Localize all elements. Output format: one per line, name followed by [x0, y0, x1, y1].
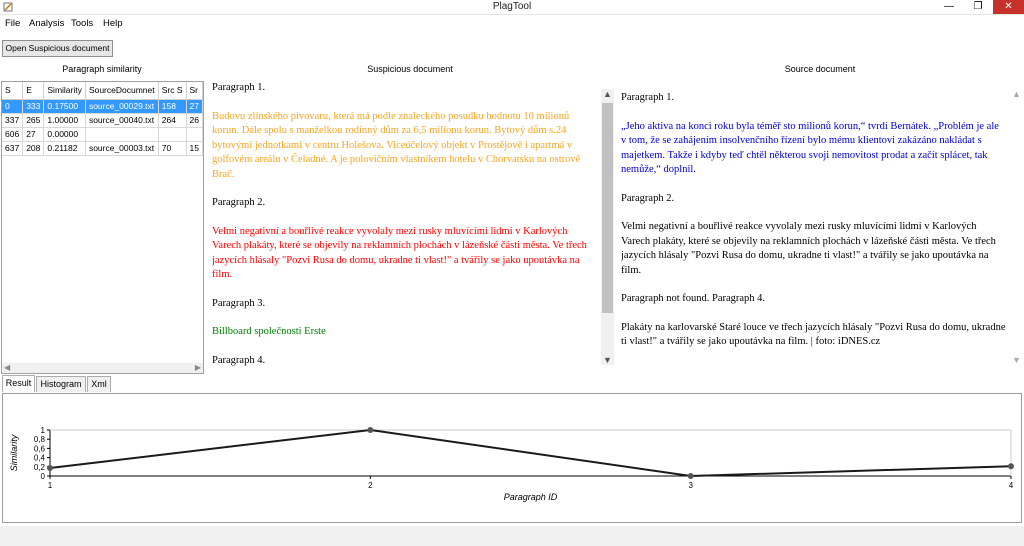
menu-tools[interactable]: Tools	[71, 18, 93, 29]
suspicious-paragraph-2-heading: Paragraph 2.	[212, 197, 266, 208]
tab-result[interactable]: Result	[2, 375, 35, 392]
scroll-thumb[interactable]	[602, 103, 613, 313]
similarity-series-line	[49, 428, 1012, 478]
cell-sr	[186, 127, 203, 142]
cell-src-s: 70	[158, 141, 187, 156]
menu-help[interactable]: Help	[103, 18, 123, 29]
paragraph-similarity-grid[interactable]: S E Similarity SourceDocumnet Src S Sr 0…	[1, 81, 204, 374]
cell-similarity: 0.17500	[43, 99, 86, 114]
y-tick-label: 0,2	[34, 463, 46, 472]
x-tick-label: 3	[688, 481, 693, 490]
suspicious-paragraph-4-heading: Paragraph 4.	[212, 354, 266, 366]
grid-header-row: S E Similarity SourceDocumnet Src S Sr	[2, 82, 203, 100]
cell-similarity: 0.00000	[43, 127, 86, 142]
source-paragraph-2-text: Velmi negativní a bouřlivé reakce vyvola…	[621, 221, 996, 276]
menu-file[interactable]: File	[5, 18, 20, 29]
data-point	[1008, 463, 1014, 470]
scroll-down-icon[interactable]: ▼	[601, 355, 614, 365]
table-row[interactable]: 0 333 0.17500 source_00029.txt 158 27	[2, 99, 203, 114]
cell-e: 333	[22, 99, 45, 114]
source-vertical-scrollbar[interactable]: ▲ ▼	[1010, 89, 1023, 365]
cell-similarity: 0.21182	[43, 141, 86, 156]
similarity-chart-panel: 0 0,2 0,4 0,6 0,8 1 1234 Similarity Paragraph…	[2, 393, 1022, 523]
cell-e: 265	[22, 113, 45, 128]
data-point	[687, 473, 694, 479]
cell-src-s: 264	[158, 113, 187, 128]
cell-src-s	[158, 127, 187, 142]
data-point	[47, 464, 53, 471]
column-header-similarity[interactable]: Similarity	[43, 82, 86, 100]
cell-s: 606	[2, 127, 24, 142]
source-paragraph-not-found-heading: Paragraph not found. Paragraph 4.	[621, 293, 766, 304]
cell-source-document	[85, 127, 159, 142]
source-paragraph-2-heading: Paragraph 2.	[621, 192, 675, 204]
window-title: PlagTool	[492, 1, 532, 12]
similarity-chart: 00,20,40,60,81 1234 Similarity Paragraph…	[9, 426, 1014, 502]
suspicious-paragraph-2-text: Velmi negativní a bouřlivé reakce vyvola…	[212, 225, 587, 281]
table-row[interactable]: 606 27 0.00000	[2, 127, 203, 142]
y-tick-label: 1	[41, 426, 46, 435]
column-header-src-s[interactable]: Src S	[158, 82, 187, 100]
menu-analysis[interactable]: Analysis	[29, 18, 64, 29]
y-tick-label: 0,4	[34, 454, 46, 463]
suspicious-paragraph-3-heading: Paragraph 3.	[212, 297, 266, 309]
maximize-button[interactable]: ❐	[964, 0, 992, 14]
source-document-text[interactable]: Paragraph 1. „Jeho aktiva na konci roku …	[621, 91, 1006, 384]
scroll-up-icon[interactable]: ▲	[1010, 89, 1023, 99]
minimize-button[interactable]: —	[935, 0, 963, 14]
paragraph-similarity-label: Paragraph similarity	[62, 64, 142, 74]
y-axis-label: Similarity	[9, 434, 19, 471]
cell-sr: 15	[186, 141, 203, 156]
source-document-label: Source document	[784, 64, 856, 74]
cell-similarity: 1.00000	[43, 113, 86, 128]
close-button[interactable]: ✕	[993, 0, 1024, 14]
y-tick-label: 0,6	[34, 444, 46, 453]
scroll-up-icon[interactable]: ▲	[601, 89, 614, 99]
tab-xml[interactable]: Xml	[87, 376, 111, 392]
suspicious-paragraph-1-text: Budovu zlínského pivovaru, která má podl…	[212, 110, 581, 180]
cell-s: 637	[2, 141, 24, 156]
suspicious-vertical-scrollbar[interactable]: ▲ ▼	[601, 89, 614, 365]
source-paragraph-1-text: „Jeho aktiva na konci roku byla téměř st…	[621, 120, 999, 176]
title-bar: PlagTool — ❐ ✕	[0, 0, 1024, 15]
cell-e: 208	[22, 141, 45, 156]
cell-source-document: source_00003.txt	[85, 141, 159, 156]
grid-horizontal-scrollbar[interactable]: ◀ ▶	[2, 363, 203, 373]
x-tick-label: 1	[48, 481, 53, 490]
column-header-s[interactable]: S	[2, 82, 24, 100]
cell-s: 337	[2, 113, 24, 128]
scroll-right-icon[interactable]: ▶	[195, 363, 201, 372]
x-axis-label: Paragraph ID	[504, 492, 558, 502]
scroll-down-icon[interactable]: ▼	[1010, 355, 1023, 365]
open-suspicious-document-button[interactable]: Open Suspicious document	[2, 40, 113, 57]
x-tick-label: 4	[1009, 481, 1014, 490]
cell-sr: 26	[186, 113, 203, 128]
cell-source-document: source_00040.txt	[85, 113, 159, 128]
y-tick-label: 0,8	[34, 435, 46, 444]
data-point	[367, 427, 374, 433]
table-row[interactable]: 337 265 1.00000 source_00040.txt 264 26	[2, 113, 203, 128]
x-tick-label: 2	[368, 481, 373, 490]
suspicious-paragraph-1-heading: Paragraph 1.	[212, 82, 266, 93]
suspicious-document-label: Suspicious document	[367, 64, 453, 74]
cell-src-s: 158	[158, 99, 187, 114]
cell-source-document: source_00029.txt	[85, 99, 159, 114]
table-row[interactable]: 637 208 0.21182 source_00003.txt 70 15	[2, 141, 203, 156]
source-paragraph-1-heading: Paragraph 1.	[621, 92, 675, 103]
column-header-source-document[interactable]: SourceDocumnet	[85, 82, 159, 100]
cell-sr: 27	[186, 99, 203, 114]
y-tick-label: 0	[41, 472, 46, 481]
menu-bar: File Analysis Tools Help	[0, 15, 1024, 32]
cell-e: 27	[22, 127, 45, 142]
column-header-e[interactable]: E	[22, 82, 45, 100]
suspicious-paragraph-3-text: Billboard společnosti Erste	[212, 326, 326, 337]
cell-s: 0	[2, 99, 24, 114]
column-header-sr[interactable]: Sr	[186, 82, 203, 100]
source-paragraph-4-text: Plakáty na karlovarské Staré louce ve tř…	[621, 321, 1006, 348]
scroll-left-icon[interactable]: ◀	[4, 363, 10, 372]
tab-histogram[interactable]: Histogram	[36, 376, 86, 392]
status-strip	[0, 526, 1024, 546]
suspicious-document-text[interactable]: Paragraph 1. Budovu zlínského pivovaru, …	[212, 81, 597, 374]
